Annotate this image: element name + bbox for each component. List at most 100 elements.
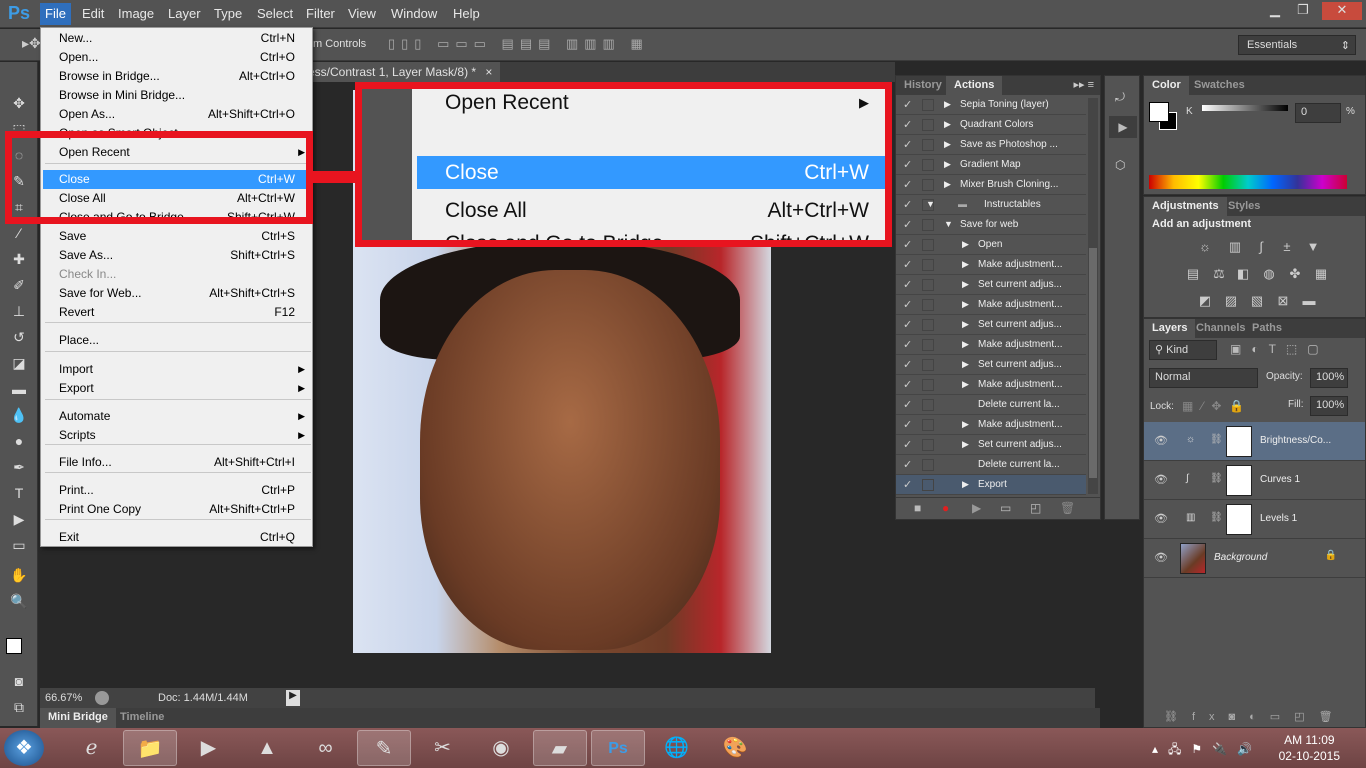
file-menu-item[interactable]: New... Ctrl+N (43, 29, 311, 48)
action-row[interactable]: ✓ ▶ Save as Photoshop ... (896, 135, 1086, 155)
action-row[interactable]: ✓ Delete current la... (896, 455, 1086, 475)
brush-tool-icon[interactable]: ✐ (9, 276, 29, 294)
tab-adjustments[interactable]: Adjustments (1144, 197, 1227, 216)
checkmark-icon[interactable]: ✓ (903, 278, 912, 291)
dialog-toggle[interactable] (922, 479, 934, 491)
taskbar-file-explorer-icon[interactable]: 📁 (123, 730, 177, 766)
status-menu-arrow-icon[interactable]: ▶ (286, 690, 300, 706)
color-balance-icon[interactable]: ⚖ (1210, 266, 1228, 282)
checkmark-icon[interactable]: ✓ (903, 438, 912, 451)
lock-icons[interactable]: ▦⁄✥🔒 (1182, 399, 1252, 413)
start-button[interactable]: ❖ (4, 730, 44, 766)
delete-icon[interactable]: 🗑 (1060, 501, 1075, 515)
zoom-tool-icon[interactable]: 🔍 (9, 592, 29, 610)
collapsed-triangle-icon[interactable]: ▶ (944, 139, 951, 150)
type-tool-icon[interactable]: T (9, 484, 29, 502)
dodge-tool-icon[interactable]: ● (9, 432, 29, 450)
action-row[interactable]: ✓ ▶ Set current adjus... (896, 315, 1086, 335)
status-info-icon[interactable] (95, 691, 109, 705)
checkmark-icon[interactable]: ✓ (903, 238, 912, 251)
checkmark-icon[interactable]: ✓ (903, 298, 912, 311)
dialog-toggle[interactable] (922, 219, 934, 231)
expanded-triangle-icon[interactable]: ▼ (926, 199, 935, 209)
checkmark-icon[interactable]: ✓ (903, 418, 912, 431)
history-panel-icon[interactable]: ⤾ (1115, 90, 1125, 105)
workspace-dropdown[interactable]: Essentials ⇕ (1238, 35, 1356, 55)
checkmark-icon[interactable]: ✓ (903, 178, 912, 191)
file-menu-item[interactable]: Print One Copy Alt+Shift+Ctrl+P (43, 500, 311, 519)
file-menu-item[interactable]: Print... Ctrl+P (43, 481, 311, 500)
gradient-map-icon[interactable]: ▬ (1300, 293, 1318, 309)
menu-file[interactable]: File (40, 3, 71, 25)
color-lookup-icon[interactable]: ▦ (1312, 266, 1330, 282)
file-menu-item[interactable]: Export ▶ (43, 379, 311, 398)
new-set-icon[interactable]: ▭ (1000, 501, 1011, 515)
file-menu-item[interactable]: Exit Ctrl+Q (43, 528, 311, 547)
shape-tool-icon[interactable]: ▭ (9, 536, 29, 554)
restore-button[interactable]: ❐ (1290, 2, 1316, 20)
new-action-icon[interactable]: ◰ (1030, 501, 1041, 515)
action-row[interactable]: ✓ ▶ Mixer Brush Cloning... (896, 175, 1086, 195)
file-menu-item[interactable]: Open... Ctrl+O (43, 48, 311, 67)
blend-mode-dropdown[interactable]: Normal (1149, 368, 1258, 388)
move-tool-icon[interactable]: ✥ (9, 94, 29, 112)
checkmark-icon[interactable]: ✓ (903, 478, 912, 491)
channel-mixer-icon[interactable]: ✤ (1286, 266, 1304, 282)
taskbar-media-player-icon[interactable]: ▶ (182, 730, 236, 766)
expanded-triangle-icon[interactable]: ▼ (944, 219, 953, 229)
action-row[interactable]: ✓ ▶ Set current adjus... (896, 435, 1086, 455)
levels-icon[interactable]: ▥ (1226, 239, 1244, 255)
opacity-input[interactable]: 100% (1310, 368, 1348, 388)
stop-icon[interactable]: ■ (914, 501, 921, 515)
taskbar-network-app-icon[interactable]: 🌐 (650, 730, 704, 766)
k-slider[interactable] (1202, 105, 1288, 111)
curves-icon[interactable]: ∫ (1252, 239, 1270, 255)
dialog-toggle[interactable] (922, 239, 934, 251)
taskbar-sticky-notes-icon[interactable]: ▰ (532, 730, 587, 766)
tab-actions[interactable]: Actions (946, 76, 1003, 95)
history-brush-icon[interactable]: ↺ (9, 328, 29, 346)
file-menu-item[interactable]: File Info... Alt+Shift+Ctrl+I (43, 453, 311, 472)
vibrance-icon[interactable]: ▼ (1304, 239, 1322, 255)
selective-color-icon[interactable]: ⊠ (1274, 293, 1292, 309)
dialog-toggle[interactable] (922, 179, 934, 191)
black-white-icon[interactable]: ◧ (1234, 266, 1252, 282)
file-menu-item[interactable]: Save Ctrl+S (43, 227, 311, 246)
tab-swatches[interactable]: Swatches (1186, 76, 1253, 95)
collapsed-triangle-icon[interactable]: ▶ (944, 179, 951, 190)
panel-menu-icon[interactable]: ▸▸ ≡ (1073, 78, 1094, 91)
threshold-icon[interactable]: ▧ (1248, 293, 1266, 309)
dialog-toggle[interactable] (922, 159, 934, 171)
eyedropper-tool-icon[interactable]: ⁄ (9, 224, 29, 242)
layer-filter-icons[interactable]: ▣◐T⬚▢ (1230, 342, 1329, 356)
taskbar-snipping-tool-icon[interactable]: ✂ (416, 730, 470, 766)
dialog-toggle[interactable] (922, 439, 934, 451)
tab-history[interactable]: History (896, 76, 950, 95)
checkmark-icon[interactable]: ✓ (903, 338, 912, 351)
dialog-toggle[interactable] (922, 99, 934, 111)
pen-tool-icon[interactable]: ✒ (9, 458, 29, 476)
posterize-icon[interactable]: ▨ (1222, 293, 1240, 309)
link-chain-icon[interactable]: ⛓ (1210, 512, 1223, 523)
collapsed-triangle-icon[interactable]: ▶ (962, 259, 969, 270)
system-tray-icons[interactable]: ▴🖧⚑🔌🔊 (1152, 740, 1262, 761)
tab-paths[interactable]: Paths (1244, 319, 1290, 338)
collapsed-triangle-icon[interactable]: ▶ (962, 479, 969, 490)
taskbar-notepad-icon[interactable]: ✎ (357, 730, 411, 766)
checkmark-icon[interactable]: ✓ (903, 198, 912, 211)
visibility-eye-icon[interactable]: 👁 (1154, 512, 1168, 525)
layer-row[interactable]: 👁 Background 🔒 (1144, 539, 1365, 578)
close-window-button[interactable]: ✕ (1322, 2, 1362, 20)
layer-row[interactable]: 👁 ▥ ⛓ Levels 1 (1144, 500, 1365, 539)
tab-mini-bridge[interactable]: Mini Bridge (40, 708, 116, 728)
checkmark-icon[interactable]: ✓ (903, 398, 912, 411)
tab-styles[interactable]: Styles (1220, 197, 1268, 216)
file-menu-item[interactable]: Save As... Shift+Ctrl+S (43, 246, 311, 265)
layer-row[interactable]: 👁 ∫ ⛓ Curves 1 (1144, 461, 1365, 500)
tab-color[interactable]: Color (1144, 76, 1189, 95)
dialog-toggle[interactable] (922, 419, 934, 431)
document-tab[interactable]: ess/Contrast 1, Layer Mask/8) * × (300, 62, 500, 82)
actions-scrollbar[interactable] (1088, 98, 1098, 494)
link-chain-icon[interactable]: ⛓ (1210, 473, 1223, 484)
action-row[interactable]: ✓ ▶ Make adjustment... (896, 255, 1086, 275)
